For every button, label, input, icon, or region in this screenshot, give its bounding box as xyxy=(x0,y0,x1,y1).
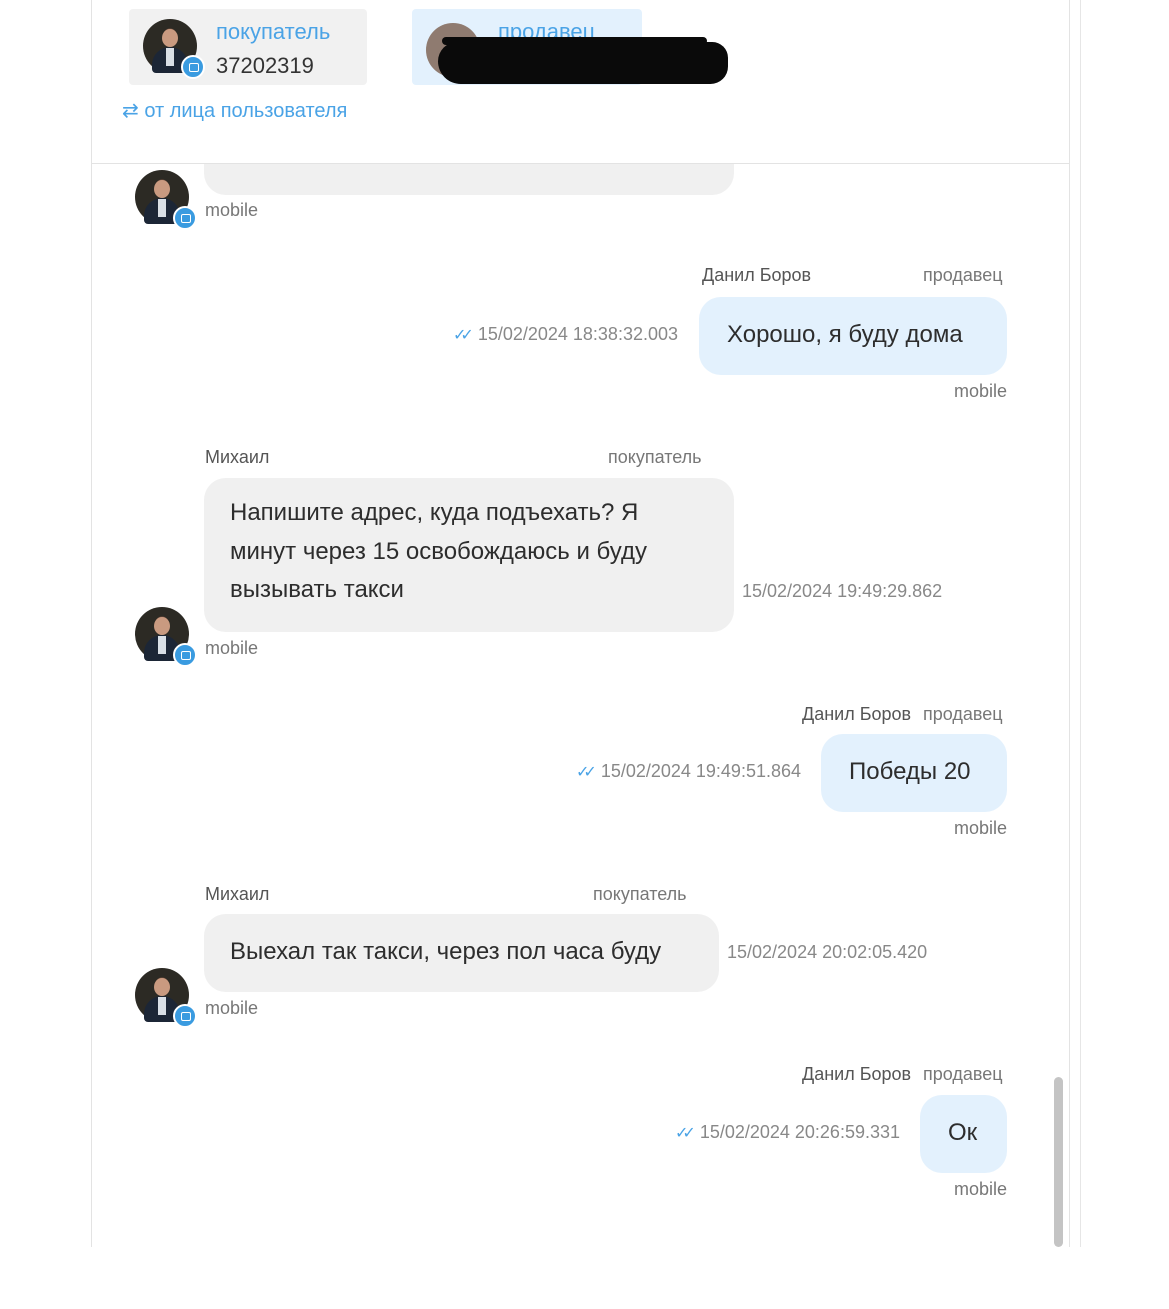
sender-name: Михаил xyxy=(205,447,270,467)
message-bubble[interactable]: Напишите адрес, куда подъехать? Я минут … xyxy=(204,478,734,632)
avatar-shirt xyxy=(158,997,166,1015)
redaction-mark xyxy=(442,37,707,45)
message-text: Выехал так такси, через пол часа буду xyxy=(230,938,662,965)
sender-name: Михаил xyxy=(205,884,270,904)
sender-role: продавец xyxy=(923,704,1003,724)
buyer-avatar[interactable] xyxy=(135,170,197,230)
message-bubble[interactable]: Выехал так такси, через пол часа буду xyxy=(204,914,719,992)
message-text-line: Напишите адрес, куда подъехать? Я xyxy=(230,499,639,526)
message-list[interactable]: mobile Данил Боров продавец ✓✓ 15/02/2024… xyxy=(92,0,1069,1247)
client-label: mobile xyxy=(205,200,259,220)
sender-name: Данил Боров xyxy=(802,704,912,724)
sender-role: продавец xyxy=(923,1064,1003,1084)
buyer-card[interactable]: покупатель 37202319 xyxy=(129,9,367,85)
sender-role: покупатель xyxy=(593,884,687,904)
message-timestamp: 15/02/2024 20:02:05.420 xyxy=(727,942,928,962)
message-text: Ок xyxy=(948,1119,978,1146)
client-label: mobile xyxy=(954,1179,1008,1199)
outer-divider xyxy=(1080,0,1081,1247)
sender-role: продавец xyxy=(923,265,1003,285)
mobile-device-icon xyxy=(173,643,197,667)
buyer-avatar[interactable] xyxy=(135,607,197,667)
avatar-shirt xyxy=(158,636,166,654)
message-text-line: минут через 15 освобождаюсь и буду xyxy=(230,537,647,565)
message-text-line: вызывать такси xyxy=(230,576,404,603)
sender-name: Данил Боров xyxy=(802,1064,912,1084)
mobile-device-icon xyxy=(173,206,197,230)
message-timestamp: ✓✓ 15/02/2024 19:49:51.864 xyxy=(576,761,802,781)
sender-role: покупатель xyxy=(608,447,702,467)
chat-header: покупатель 37202319 Д продавец ⇄ от лица… xyxy=(92,0,1069,164)
double-check-icon: ✓✓ xyxy=(675,1125,696,1142)
avatar-shirt xyxy=(158,199,166,217)
avatar-face xyxy=(154,978,170,996)
double-check-icon: ✓✓ xyxy=(453,327,474,344)
sender-name: Данил Боров xyxy=(702,265,812,285)
redaction-mark xyxy=(438,42,728,84)
message-bubble[interactable]: Ок xyxy=(920,1095,1007,1173)
chat-panel: mobile Данил Боров продавец ✓✓ 15/02/2024… xyxy=(91,0,1070,1247)
avatar-shirt xyxy=(166,48,174,66)
client-label: mobile xyxy=(954,381,1008,401)
mobile-device-icon xyxy=(181,55,205,79)
message-bubble[interactable]: Победы 20 xyxy=(821,734,1007,812)
avatar-face xyxy=(154,180,170,198)
scrollbar-thumb[interactable] xyxy=(1054,1077,1063,1247)
message-text: Победы 20 xyxy=(849,758,971,785)
buyer-id: 37202319 xyxy=(216,53,314,78)
mobile-device-icon xyxy=(173,1004,197,1028)
message-bubble[interactable]: Хорошо, я буду дома xyxy=(699,297,1007,375)
avatar-face xyxy=(162,29,178,47)
buyer-role-label: покупатель xyxy=(216,19,331,44)
client-label: mobile xyxy=(954,818,1008,838)
switch-user-link[interactable]: ⇄ от лица пользователя xyxy=(122,98,347,123)
avatar-face xyxy=(154,617,170,635)
message-timestamp: ✓✓ 15/02/2024 18:38:32.003 xyxy=(453,324,679,344)
client-label: mobile xyxy=(205,998,259,1018)
message-timestamp: ✓✓ 15/02/2024 20:26:59.331 xyxy=(675,1122,901,1142)
message-text: Хорошо, я буду дома xyxy=(727,321,963,348)
buyer-avatar[interactable] xyxy=(135,968,197,1028)
buyer-avatar xyxy=(143,19,205,79)
client-label: mobile xyxy=(205,638,259,658)
message-timestamp: 15/02/2024 19:49:29.862 xyxy=(742,581,943,601)
double-check-icon: ✓✓ xyxy=(576,764,597,781)
